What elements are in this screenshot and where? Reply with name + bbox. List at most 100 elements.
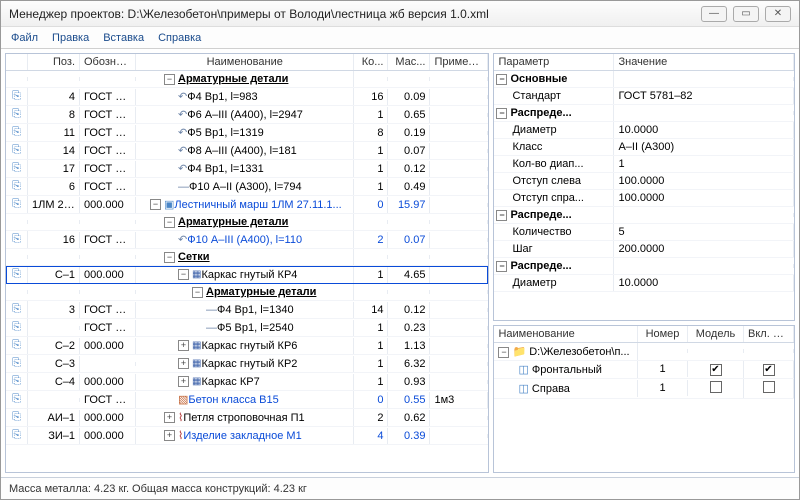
tree-row[interactable]: ⎘16ГОСТ 57...↶ Ф10 A–III (А400), l=11020… bbox=[6, 231, 488, 249]
property-row[interactable]: Отступ спра...100.0000 bbox=[494, 190, 794, 207]
col-code[interactable]: Обознач... bbox=[80, 54, 136, 70]
tree-row[interactable]: ⎘С–2000.000+▦ Каркас гнутый КР611.13 bbox=[6, 337, 488, 355]
tree-group[interactable]: −Арматурные детали bbox=[6, 284, 488, 301]
close-button[interactable]: ✕ bbox=[765, 6, 791, 22]
property-group[interactable]: −Распреде... bbox=[494, 207, 794, 224]
grid-icon: ▦ bbox=[192, 376, 201, 387]
checkbox[interactable]: ✔ bbox=[763, 364, 775, 376]
expand-toggle[interactable]: + bbox=[164, 430, 175, 441]
group-label: Арматурные детали bbox=[178, 73, 288, 85]
tree-row[interactable]: ⎘ГОСТ 67...— Ф5 Вр1, l=254010.23 bbox=[6, 319, 488, 337]
prop-value[interactable]: 10.0000 bbox=[614, 275, 794, 291]
expand-toggle[interactable]: − bbox=[164, 217, 175, 228]
properties-list[interactable]: −ОсновныеСтандартГОСТ 5781–82−Распреде..… bbox=[494, 71, 794, 320]
tree-row[interactable]: ⎘6ГОСТ 57...— Ф10 A–II (А300), l=79410.4… bbox=[6, 178, 488, 196]
col-model-num[interactable]: Номер bbox=[638, 326, 688, 342]
cell-note bbox=[430, 290, 488, 294]
tree-row[interactable]: ⎘ГОСТ 74...▧ Бетон класса В1500.551м3 bbox=[6, 391, 488, 409]
expand-toggle[interactable]: − bbox=[496, 74, 507, 85]
property-group[interactable]: −Основные bbox=[494, 71, 794, 88]
property-row[interactable]: Кол-во диап...1 bbox=[494, 156, 794, 173]
cell-pos: 11 bbox=[28, 125, 80, 141]
property-row[interactable]: Отступ слева100.0000 bbox=[494, 173, 794, 190]
tree-group[interactable]: −Арматурные детали bbox=[6, 71, 488, 88]
prop-value[interactable]: 10.0000 bbox=[614, 122, 794, 138]
maximize-button[interactable]: ▭ bbox=[733, 6, 759, 22]
prop-value[interactable]: 100.0000 bbox=[614, 190, 794, 206]
property-row[interactable]: Диаметр10.0000 bbox=[494, 122, 794, 139]
col-param[interactable]: Параметр bbox=[494, 54, 614, 70]
structure-tree[interactable]: −Арматурные детали⎘4ГОСТ 67...↶ Ф4 Вр1, … bbox=[6, 71, 488, 472]
expand-toggle[interactable]: − bbox=[178, 269, 189, 280]
cell-pos: С–4 bbox=[28, 374, 80, 390]
tree-row[interactable]: ⎘14ГОСТ 57...↶ Ф8 A–III (А400), l=18110.… bbox=[6, 142, 488, 160]
checkbox[interactable] bbox=[710, 381, 722, 393]
expand-toggle[interactable]: − bbox=[496, 210, 507, 221]
hook-icon: ↶ bbox=[178, 126, 187, 139]
cell-mass: 0.23 bbox=[388, 320, 430, 336]
col-model-model[interactable]: Модель bbox=[688, 326, 744, 342]
expand-toggle[interactable]: − bbox=[192, 287, 203, 298]
col-value[interactable]: Значение bbox=[614, 54, 794, 70]
expand-toggle[interactable]: − bbox=[164, 252, 175, 263]
property-row[interactable]: СтандартГОСТ 5781–82 bbox=[494, 88, 794, 105]
menu-insert[interactable]: Вставка bbox=[103, 32, 144, 44]
col-name[interactable]: Наименование bbox=[136, 54, 354, 70]
tree-row[interactable]: ⎘ЗИ–1000.000+⌇ Изделие закладное М140.39 bbox=[6, 427, 488, 445]
checkbox[interactable] bbox=[763, 381, 775, 393]
tree-row[interactable]: ⎘1ЛМ 27.11.1...000.000−▣ Лестничный марш… bbox=[6, 196, 488, 214]
col-model-name[interactable]: Наименование bbox=[494, 326, 638, 342]
menu-file[interactable]: Файл bbox=[11, 32, 38, 44]
checkbox[interactable]: ✔ bbox=[710, 364, 722, 376]
tree-row[interactable]: ⎘11ГОСТ 67...↶ Ф5 Вр1, l=131980.19 bbox=[6, 124, 488, 142]
expand-toggle[interactable]: − bbox=[164, 74, 175, 85]
col-pos[interactable]: Поз. bbox=[28, 54, 80, 70]
prop-value[interactable]: A–II (A300) bbox=[614, 139, 794, 155]
tree-row[interactable]: ⎘АИ–1000.000+⌇ Петля строповочная П120.6… bbox=[6, 409, 488, 427]
property-row[interactable]: Диаметр10.0000 bbox=[494, 275, 794, 292]
expand-toggle[interactable]: − bbox=[150, 199, 161, 210]
tree-group[interactable]: −Сетки bbox=[6, 249, 488, 266]
cell-mass: 0.09 bbox=[388, 89, 430, 105]
dwg-icon: ⎘ bbox=[12, 198, 21, 210]
expand-toggle[interactable]: − bbox=[496, 261, 507, 272]
property-group[interactable]: −Распреде... bbox=[494, 258, 794, 275]
tree-row[interactable]: ⎘С–3+▦ Каркас гнутый КР216.32 bbox=[6, 355, 488, 373]
property-row[interactable]: Количество5 bbox=[494, 224, 794, 241]
expand-toggle[interactable]: + bbox=[178, 340, 189, 351]
tree-row[interactable]: ⎘8ГОСТ 57...↶ Ф6 A–III (А400), l=294710.… bbox=[6, 106, 488, 124]
expand-toggle[interactable]: − bbox=[496, 108, 507, 119]
col-note[interactable]: Примечан... bbox=[430, 54, 488, 70]
expand-toggle[interactable]: − bbox=[498, 347, 509, 358]
model-root[interactable]: −📁 D:\Железобетон\п... bbox=[494, 343, 794, 361]
property-row[interactable]: КлассA–II (A300) bbox=[494, 139, 794, 156]
cell-name: ↶ Ф5 Вр1, l=1319 bbox=[136, 124, 354, 141]
prop-value[interactable]: 100.0000 bbox=[614, 173, 794, 189]
tree-row[interactable]: ⎘С–1000.000−▦ Каркас гнутый КР414.65 bbox=[6, 266, 488, 284]
tree-group[interactable]: −Арматурные детали bbox=[6, 214, 488, 231]
model-row[interactable]: ◫ Справа1 bbox=[494, 379, 794, 399]
property-group[interactable]: −Распреде... bbox=[494, 105, 794, 122]
col-qty[interactable]: Ко... bbox=[354, 54, 388, 70]
tree-row[interactable]: ⎘17ГОСТ 67...↶ Ф4 Вр1, l=133110.12 bbox=[6, 160, 488, 178]
minimize-button[interactable]: — bbox=[701, 6, 727, 22]
tree-row[interactable]: ⎘С–4000.000+▦ Каркас КР710.93 bbox=[6, 373, 488, 391]
col-model-inc[interactable]: Вкл. в с... bbox=[744, 326, 794, 342]
prop-value[interactable]: ГОСТ 5781–82 bbox=[614, 88, 794, 104]
menu-help[interactable]: Справка bbox=[158, 32, 201, 44]
expand-toggle[interactable]: + bbox=[178, 376, 189, 387]
model-row[interactable]: ◫ Фронтальный1✔✔ bbox=[494, 361, 794, 379]
tree-row[interactable]: ⎘4ГОСТ 67...↶ Ф4 Вр1, l=983160.09 bbox=[6, 88, 488, 106]
cell-mass: 0.49 bbox=[388, 179, 430, 195]
prop-value[interactable]: 5 bbox=[614, 224, 794, 240]
expand-toggle[interactable]: + bbox=[164, 412, 175, 423]
property-row[interactable]: Шаг200.0000 bbox=[494, 241, 794, 258]
col-mass[interactable]: Мас... bbox=[388, 54, 430, 70]
cell-pos bbox=[28, 398, 80, 402]
models-list[interactable]: −📁 D:\Железобетон\п...◫ Фронтальный1✔✔◫ … bbox=[494, 343, 794, 472]
tree-row[interactable]: ⎘3ГОСТ 67...— Ф4 Вр1, l=1340140.12 bbox=[6, 301, 488, 319]
menu-edit[interactable]: Правка bbox=[52, 32, 89, 44]
prop-value[interactable]: 200.0000 bbox=[614, 241, 794, 257]
expand-toggle[interactable]: + bbox=[178, 358, 189, 369]
prop-value[interactable]: 1 bbox=[614, 156, 794, 172]
